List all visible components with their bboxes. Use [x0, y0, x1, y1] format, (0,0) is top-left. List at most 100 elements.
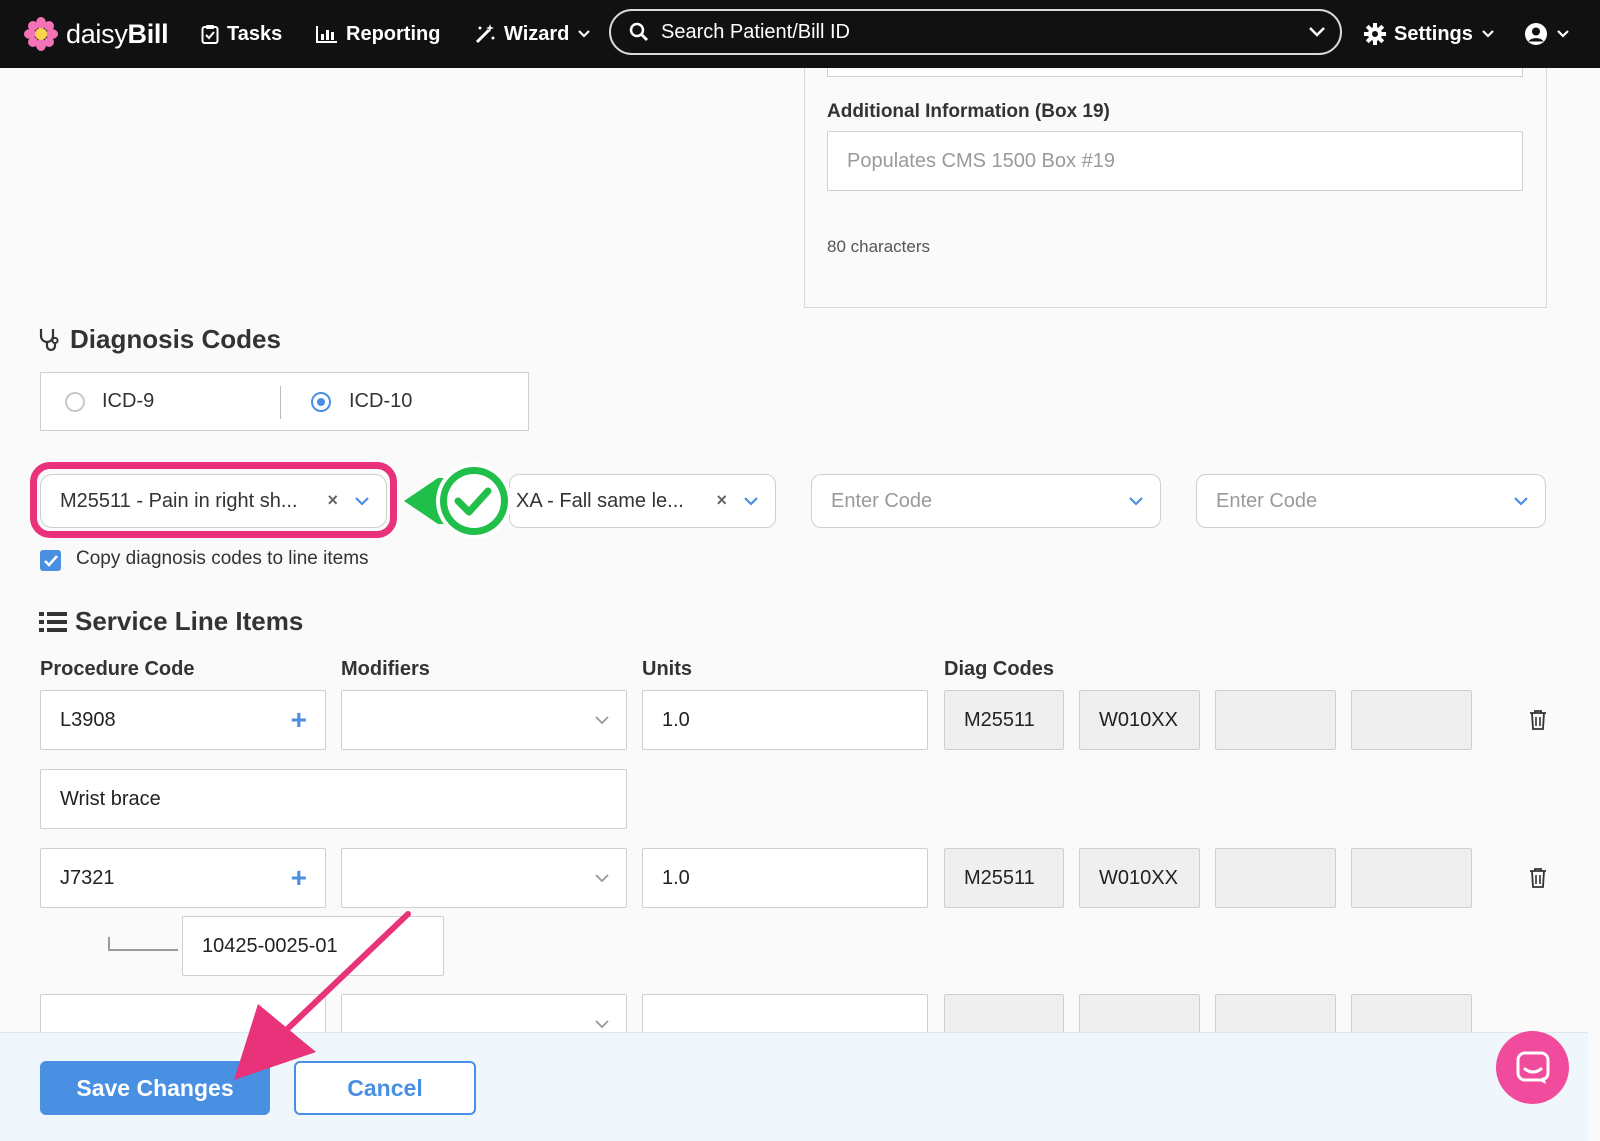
procedure-code-header: Procedure Code	[40, 658, 195, 680]
search-icon	[629, 22, 648, 41]
units-value: 1.0	[662, 708, 690, 731]
icd10-label[interactable]: ICD-10	[349, 390, 412, 413]
diag-code-pointer[interactable]	[1215, 690, 1336, 750]
user-avatar-icon	[1525, 23, 1547, 45]
nav-wizard-label: Wizard	[504, 22, 570, 45]
daisy-logo-icon	[24, 17, 58, 51]
line-description-value: Wrist brace	[60, 787, 161, 810]
clear-icon[interactable]: ×	[327, 490, 338, 511]
copy-codes-checkbox[interactable]	[40, 550, 61, 571]
chevron-down-icon	[1482, 30, 1494, 38]
nav-settings[interactable]: Settings	[1364, 0, 1495, 68]
diagnosis-code-4-placeholder: Enter Code	[1216, 489, 1318, 512]
copy-codes-label[interactable]: Copy diagnosis codes to line items	[76, 548, 369, 570]
add-icon[interactable]: +	[291, 704, 307, 736]
gear-icon	[1364, 23, 1386, 45]
additional-info-placeholder: Populates CMS 1500 Box #19	[847, 149, 1115, 172]
checkmark-callout-icon	[404, 463, 512, 539]
logo[interactable]: daisyBill	[24, 0, 169, 68]
diag-code-pointer[interactable]: M25511	[944, 690, 1064, 750]
trash-icon[interactable]	[1528, 867, 1548, 889]
units-input[interactable]: 1.0	[642, 848, 928, 908]
nav-reporting[interactable]: Reporting	[316, 0, 440, 68]
magic-wand-icon	[475, 24, 495, 44]
nav-tasks-label: Tasks	[227, 22, 283, 45]
additional-info-label: Additional Information (Box 19)	[827, 101, 1110, 122]
chat-icon	[1516, 1051, 1549, 1084]
chevron-down-icon[interactable]	[743, 495, 759, 507]
radio-divider	[280, 386, 281, 419]
chevron-down-icon	[595, 716, 609, 725]
previous-field-bottom[interactable]	[827, 68, 1523, 77]
diag-code-pointer[interactable]: W010XX	[1079, 690, 1200, 750]
service-lines-title-text: Service Line Items	[75, 606, 304, 636]
logo-text-light: daisy	[66, 18, 128, 49]
diag-code-pointer[interactable]	[1351, 848, 1472, 908]
list-icon	[39, 611, 67, 632]
trash-icon[interactable]	[1528, 709, 1548, 731]
procedure-code-input[interactable]: J7321 +	[40, 848, 326, 908]
modifiers-select[interactable]	[341, 690, 627, 750]
icd9-label[interactable]: ICD-9	[102, 390, 154, 413]
diag-code-value: W010XX	[1099, 866, 1178, 889]
search-input[interactable]: Search Patient/Bill ID	[609, 9, 1342, 55]
service-lines-title: Service Line Items	[39, 606, 303, 637]
diagnosis-code-2-value: XA - Fall same le...	[516, 489, 684, 512]
nav-settings-label: Settings	[1394, 22, 1473, 45]
diag-code-pointer[interactable]: M25511	[944, 848, 1064, 908]
diagnosis-title-text: Diagnosis Codes	[70, 324, 281, 354]
stethoscope-icon	[39, 328, 59, 351]
procedure-code-value: L3908	[60, 708, 116, 731]
units-input[interactable]: 1.0	[642, 690, 928, 750]
diag-codes-header: Diag Codes	[944, 658, 1055, 680]
chevron-down-icon[interactable]	[1513, 495, 1529, 507]
line-description-input[interactable]: Wrist brace	[40, 769, 627, 829]
nav-tasks[interactable]: Tasks	[201, 0, 282, 68]
arrow-annotation-icon	[234, 911, 411, 1080]
additional-info-input[interactable]: Populates CMS 1500 Box #19	[827, 131, 1523, 191]
ndc-connector	[108, 937, 178, 951]
scrollbar-track[interactable]	[1588, 68, 1600, 1141]
procedure-code-input[interactable]: L3908 +	[40, 690, 326, 750]
icd10-radio[interactable]	[311, 392, 331, 412]
chevron-down-icon	[595, 1020, 609, 1029]
user-menu[interactable]	[1524, 0, 1570, 68]
diag-code-value: W010XX	[1099, 708, 1178, 731]
diagnosis-section-title: Diagnosis Codes	[38, 324, 281, 355]
diagnosis-code-1-select[interactable]: M25511 - Pain in right sh... ×	[40, 474, 387, 528]
diag-code-value: M25511	[964, 866, 1035, 889]
add-icon[interactable]: +	[291, 862, 307, 894]
diag-code-pointer[interactable]	[1215, 848, 1336, 908]
modifiers-select[interactable]	[341, 848, 627, 908]
logo-text-bold: Bill	[127, 18, 169, 49]
modifiers-header: Modifiers	[341, 658, 430, 680]
diagnosis-code-2-select[interactable]: XA - Fall same le... ×	[509, 474, 776, 528]
char-count: 80 characters	[827, 237, 930, 256]
chevron-down-icon[interactable]	[354, 495, 370, 507]
chevron-down-icon[interactable]	[1128, 495, 1144, 507]
search-placeholder: Search Patient/Bill ID	[661, 20, 850, 43]
icd-version-toggle: ICD-9 ICD-10	[40, 372, 529, 431]
diag-code-pointer[interactable]: W010XX	[1079, 848, 1200, 908]
icd9-radio[interactable]	[65, 392, 85, 412]
procedure-code-value: J7321	[60, 866, 115, 889]
check-icon	[44, 555, 58, 567]
diag-code-pointer[interactable]	[1351, 690, 1472, 750]
units-header: Units	[642, 658, 692, 680]
diagnosis-code-1-value: M25511 - Pain in right sh...	[60, 489, 298, 512]
chevron-down-icon	[595, 874, 609, 883]
diagnosis-code-3-select[interactable]: Enter Code	[811, 474, 1161, 528]
units-value: 1.0	[662, 866, 690, 889]
clear-icon[interactable]: ×	[716, 490, 727, 511]
chevron-down-icon	[1557, 30, 1569, 38]
chevron-down-icon	[1309, 27, 1325, 37]
nav-reporting-label: Reporting	[346, 22, 441, 45]
diagnosis-code-4-select[interactable]: Enter Code	[1196, 474, 1546, 528]
top-navbar: daisyBill Tasks Reporting Wizard Search …	[0, 0, 1600, 68]
bar-chart-icon	[316, 26, 337, 43]
chat-launcher[interactable]	[1496, 1031, 1569, 1104]
nav-wizard[interactable]: Wizard	[474, 0, 591, 68]
diagnosis-code-3-placeholder: Enter Code	[831, 489, 933, 512]
clipboard-check-icon	[201, 25, 219, 44]
chevron-down-icon	[578, 30, 591, 38]
